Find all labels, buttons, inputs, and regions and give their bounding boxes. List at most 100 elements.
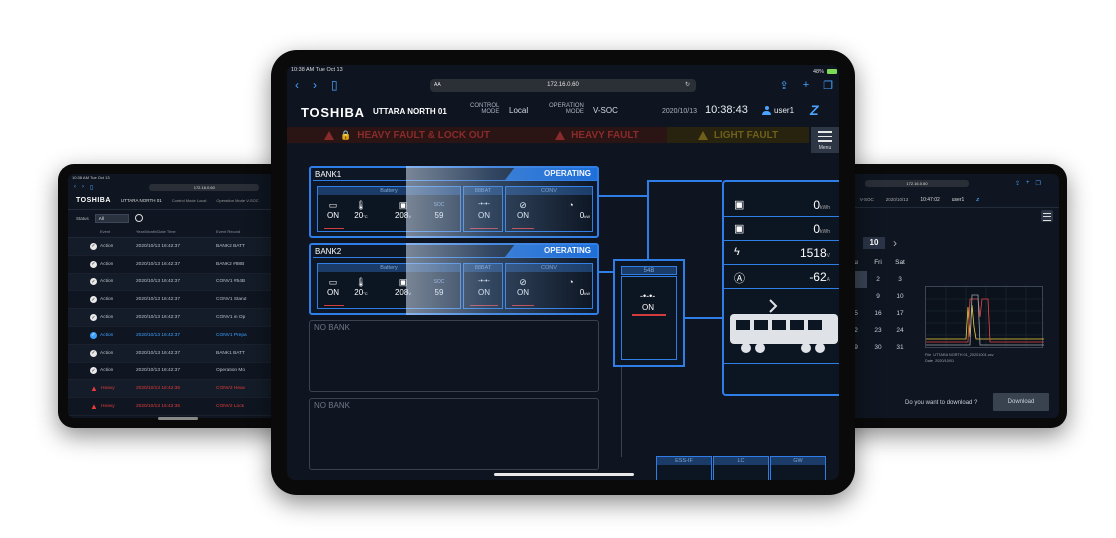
file-name: UTTARA NORTH 01_20201001.csv xyxy=(933,353,994,357)
event-type: Action xyxy=(100,368,114,374)
meter-unit: kWh xyxy=(820,229,830,235)
calendar-day[interactable]: 9 xyxy=(867,288,889,305)
site-name: UTTARA NORTH 01 xyxy=(120,198,162,203)
table-row[interactable]: ✓ Action 2020/10/13 16:42:37 BANK1 BATT xyxy=(68,344,282,363)
table-row[interactable]: ✓ Action 2020/10/13 16:42:37 CONV1 Stand xyxy=(68,291,282,310)
status-filter-select[interactable]: All xyxy=(94,213,129,223)
soc-label: SOC xyxy=(433,279,445,285)
state-underline xyxy=(470,304,498,306)
event-list: ✓ Action 2020/10/13 16:42:37 BANK2 BATT ✓ Act… xyxy=(68,238,282,416)
event-time: 2020/10/13 16:42:37 xyxy=(136,243,181,249)
calendar-day[interactable]: 10 xyxy=(889,288,911,305)
converter-icon: ⊘ xyxy=(519,200,527,210)
bus-wire xyxy=(685,317,722,319)
box-lc[interactable]: LC xyxy=(713,456,769,480)
calendar-day[interactable]: 2 xyxy=(867,271,889,288)
check-circle-icon: ✓ xyxy=(90,296,97,304)
calendar-day[interactable]: 17 xyxy=(889,305,911,322)
url-text: 172.16.0.60 xyxy=(547,82,579,88)
box-label: LC xyxy=(714,457,768,465)
battery-voltage-icon: ▣ xyxy=(398,200,408,210)
calendar-day[interactable]: 31 xyxy=(889,339,911,356)
new-tab-icon[interactable]: + xyxy=(803,79,809,92)
event-record: Operation Mo xyxy=(216,368,246,374)
forward-icon[interactable]: › xyxy=(313,78,317,92)
divider xyxy=(313,180,597,181)
table-row[interactable]: ▲ Heavy 2020/10/13 16:42:36 CONV2 Lock xyxy=(68,398,282,416)
user-name[interactable]: user1 xyxy=(952,197,965,203)
url-field[interactable]: AA 172.16.0.60 ↻ xyxy=(430,79,696,92)
warning-icon xyxy=(555,130,566,140)
meter-value: 0 xyxy=(813,198,820,212)
temperature-cell: 🌡 20°C xyxy=(348,199,374,220)
menu-button[interactable]: Menu xyxy=(811,127,839,153)
voltage-unit: V xyxy=(408,291,412,296)
box-gw[interactable]: GW xyxy=(770,456,826,480)
calendar-day[interactable]: 16 xyxy=(867,305,889,322)
share-icon[interactable]: ⇪ xyxy=(1015,180,1020,187)
share-icon[interactable]: ⇪ xyxy=(779,79,788,92)
event-type: Action xyxy=(100,350,114,356)
center-tablet: 10:38 AM Tue Oct 13 48% ‹ › ▯ AA 172.16.… xyxy=(271,50,855,495)
operation-mode: Operation Mode V-SOC xyxy=(216,198,259,203)
section-header: 88BAT xyxy=(464,264,502,272)
state-underline xyxy=(512,227,534,229)
table-row[interactable]: ✓ Action 2020/10/13 16:42:37 CONV1 #54B xyxy=(68,273,282,292)
reader-icon[interactable]: AA xyxy=(434,79,441,92)
calendar-day[interactable]: 23 xyxy=(867,322,889,339)
event-record: CONV1 in Op xyxy=(216,315,246,321)
next-month-icon[interactable]: › xyxy=(893,236,897,250)
calendar-day[interactable]: 3 xyxy=(889,271,911,288)
time: 10:47:02 xyxy=(920,196,940,203)
url-field[interactable]: 172.16.0.60 xyxy=(865,179,969,187)
left-screen: 10:38 AM Tue Oct 13 ‹ › ▯ 172.16.0.60 TO… xyxy=(68,174,282,418)
menu-button[interactable] xyxy=(1041,210,1053,222)
right-tablet: 172.16.0.60 ⇪ + ❐ Local V-SOC 2020/10/13… xyxy=(823,164,1067,428)
gauge-icon: ◔ xyxy=(568,277,574,287)
bus-wire xyxy=(599,195,649,197)
user-menu[interactable]: user1 xyxy=(762,106,794,115)
event-record: BANK2 #88B xyxy=(216,261,245,267)
control-mode: Control Mode Local xyxy=(171,198,207,203)
battery-state-cell: ▭ ON xyxy=(320,199,346,220)
download-button[interactable]: Download xyxy=(993,393,1049,411)
forward-icon[interactable]: › xyxy=(82,184,84,190)
event-type: Heavy xyxy=(101,404,115,410)
table-row[interactable]: ▲ Heavy 2020/10/13 16:42:36 CONV2 Heav xyxy=(68,380,282,399)
status-bar: 10:38 AM Tue Oct 13 xyxy=(72,175,110,180)
event-time: 2020/10/13 16:42:36 xyxy=(136,386,181,392)
bank-2-panel[interactable]: BANK2 OPERATING Battery ▭ ON 🌡 20°C ▣ 208V SOC 59 8… xyxy=(309,243,599,315)
file-date: 2020/10/01 xyxy=(935,359,955,363)
control-mode-value: Local xyxy=(509,106,529,115)
bank-1-panel[interactable]: BANK1 OPERATING Battery ▭ ON 🌡 20°C ▣ 208V SOC 59 8… xyxy=(309,166,599,238)
voltage-cell: ▣ 208V xyxy=(390,199,416,220)
calendar-day[interactable]: 24 xyxy=(889,322,911,339)
tabs-icon[interactable]: ❐ xyxy=(1036,180,1041,187)
back-icon[interactable]: ‹ xyxy=(74,184,76,190)
conv-section: CONV ⊘ ON ◔ 0kW xyxy=(505,186,593,232)
table-row[interactable]: ✓ Action 2020/10/13 16:42:37 BANK2 BATT xyxy=(68,238,282,256)
back-icon[interactable]: ‹ xyxy=(295,78,299,92)
check-circle-icon: ✓ xyxy=(90,331,97,339)
table-row[interactable]: ✓ Action 2020/10/13 16:42:37 Operation Mo xyxy=(68,363,282,381)
bookmarks-icon[interactable]: ▯ xyxy=(331,78,338,92)
battery-state: ON xyxy=(327,288,339,297)
event-record: CONV1 #54B xyxy=(216,279,246,285)
table-row[interactable]: ✓ Action 2020/10/13 16:42:37 CONV1 in Op xyxy=(68,309,282,327)
site-name: UTTARA NORTH 01 xyxy=(373,107,447,116)
url-field[interactable]: 172.16.0.60 xyxy=(149,183,260,191)
table-row[interactable]: ✓ Action 2020/10/13 16:42:37 BANK2 #88B xyxy=(68,256,282,274)
home-indicator xyxy=(158,417,198,420)
filter-bar: Status All xyxy=(68,210,282,226)
new-tab-icon[interactable]: + xyxy=(1026,180,1030,186)
state-underline xyxy=(324,227,344,229)
breaker-54b[interactable]: 54B -•-•- ON xyxy=(613,259,685,367)
box-ess-if[interactable]: ESS-IF xyxy=(656,456,712,480)
user-icon xyxy=(762,106,771,115)
reload-icon[interactable]: ↻ xyxy=(685,79,690,92)
table-row[interactable]: ✓ Action 2020/10/13 16:42:37 CONV1 Prepa xyxy=(68,327,282,345)
calendar-day[interactable]: 30 xyxy=(867,339,889,356)
book-icon[interactable]: ▯ xyxy=(90,184,93,191)
meter-unit: V xyxy=(826,253,830,259)
tabs-icon[interactable]: ❐ xyxy=(823,79,833,92)
